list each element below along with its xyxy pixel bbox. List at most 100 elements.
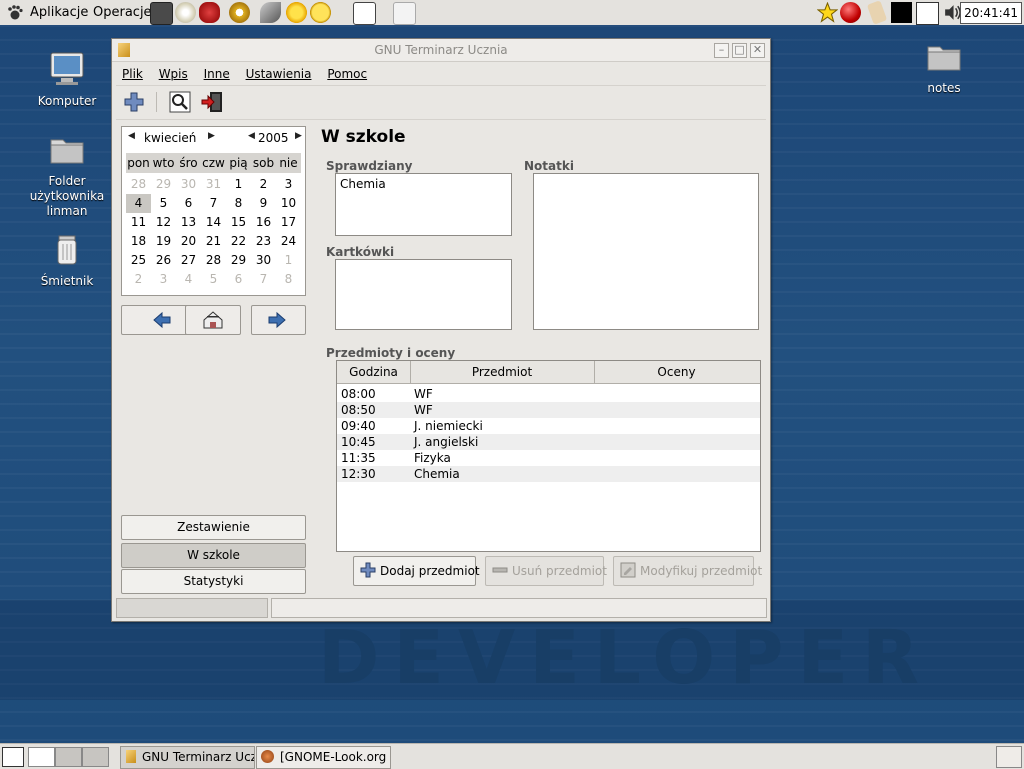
- cd-launcher-icon[interactable]: [175, 2, 196, 23]
- network-tray-icon[interactable]: [916, 2, 939, 25]
- desktop-icon-home-folder[interactable]: Folder użytkownika linman: [27, 130, 107, 219]
- black-tray-icon[interactable]: [891, 2, 912, 23]
- next-day-button[interactable]: [251, 305, 306, 335]
- calendar-day[interactable]: 6: [226, 270, 251, 289]
- calendar-day[interactable]: 4: [126, 194, 151, 213]
- table-row[interactable]: 08:50 WF: [337, 402, 760, 418]
- subjects-table[interactable]: Godzina Przedmiot Oceny 08:00 WF 08:50 WF 09…: [336, 360, 761, 552]
- calendar-day[interactable]: 9: [251, 194, 276, 213]
- tests-textbox[interactable]: Chemia: [335, 173, 512, 236]
- prev-month-arrow-icon[interactable]: ◀: [128, 131, 135, 141]
- table-row[interactable]: 09:40 J. niemiecki: [337, 418, 760, 434]
- desktop-icon-notes[interactable]: notes: [904, 37, 984, 96]
- next-year-arrow-icon[interactable]: ▶: [295, 131, 302, 141]
- calendar-day[interactable]: 3: [151, 270, 176, 289]
- calendar-day[interactable]: 31: [201, 175, 226, 194]
- add-entry-button[interactable]: [122, 90, 146, 114]
- calendar-day[interactable]: 28: [201, 251, 226, 270]
- table-row[interactable]: 08:00 WF: [337, 386, 760, 402]
- desktop-icon-trash[interactable]: Śmietnik: [27, 230, 107, 289]
- modify-subject-button[interactable]: Modyfikuj przedmiot: [613, 556, 762, 586]
- calendar-day[interactable]: 4: [176, 270, 201, 289]
- calendar-day[interactable]: 2: [251, 175, 276, 194]
- column-header-time[interactable]: Godzina: [337, 361, 411, 383]
- show-desktop-button[interactable]: [2, 747, 24, 767]
- calendar-day[interactable]: 22: [226, 232, 251, 251]
- calendar-day[interactable]: 1: [226, 175, 251, 194]
- calendar-day[interactable]: 24: [276, 232, 301, 251]
- minimize-button[interactable]: –: [714, 43, 729, 58]
- calendar-day[interactable]: 11: [126, 213, 151, 232]
- maximize-button[interactable]: □: [732, 43, 747, 58]
- calendar-day[interactable]: 7: [201, 194, 226, 213]
- help-launcher-icon[interactable]: [229, 2, 250, 23]
- eraser-tray-icon[interactable]: [866, 0, 888, 25]
- calendar-day[interactable]: 28: [126, 175, 151, 194]
- red-tray-icon[interactable]: [840, 2, 861, 23]
- calendar-day[interactable]: 25: [126, 251, 151, 270]
- search-button[interactable]: [168, 90, 192, 114]
- desktop-icon-computer[interactable]: Komputer: [27, 50, 107, 109]
- calendar-day[interactable]: 27: [176, 251, 201, 270]
- calendar-day[interactable]: 5: [151, 194, 176, 213]
- task-browser[interactable]: [GNOME-Look.org -: [256, 746, 391, 769]
- calendar-day[interactable]: 30: [251, 251, 276, 270]
- window-titlebar[interactable]: GNU Terminarz Ucznia – □ ✕: [112, 39, 770, 62]
- notepad-launcher-icon[interactable]: [393, 2, 416, 25]
- calendar-day[interactable]: 6: [176, 194, 201, 213]
- calendar[interactable]: ◀ kwiecień ▶ ◀ 2005 ▶ pon wto śro czw pi…: [121, 126, 306, 296]
- calendar-day[interactable]: 8: [226, 194, 251, 213]
- table-row[interactable]: 11:35 Fizyka: [337, 450, 760, 466]
- table-row[interactable]: 10:45 J. angielski: [337, 434, 760, 450]
- remove-subject-button[interactable]: Usuń przedmiot: [485, 556, 607, 586]
- menu-pomoc[interactable]: Pomoc: [327, 63, 367, 85]
- menu-plik[interactable]: Plik: [122, 63, 143, 85]
- sun-launcher-icon[interactable]: [286, 2, 307, 23]
- column-header-grades[interactable]: Oceny: [594, 361, 759, 383]
- operations-menu[interactable]: Operacje: [93, 0, 152, 25]
- workspace-3[interactable]: [82, 747, 109, 767]
- next-month-arrow-icon[interactable]: ▶: [208, 131, 215, 141]
- star-tray-icon[interactable]: [816, 1, 839, 23]
- table-row[interactable]: 12:30 Chemia: [337, 466, 760, 482]
- calendar-day[interactable]: 29: [226, 251, 251, 270]
- calendar-day[interactable]: 14: [201, 213, 226, 232]
- calendar-day[interactable]: 16: [251, 213, 276, 232]
- menu-inne[interactable]: Inne: [204, 63, 230, 85]
- calendar-day[interactable]: 3: [276, 175, 301, 194]
- mozilla-launcher-icon[interactable]: [199, 2, 220, 23]
- evolution-launcher-icon[interactable]: [260, 2, 281, 23]
- calendar-day[interactable]: 23: [251, 232, 276, 251]
- calendar-day[interactable]: 1: [276, 251, 301, 270]
- calendar-day[interactable]: 10: [276, 194, 301, 213]
- workspace-2[interactable]: [55, 747, 82, 767]
- calendar-day[interactable]: 7: [251, 270, 276, 289]
- quit-button[interactable]: [200, 90, 224, 114]
- add-subject-button[interactable]: Dodaj przedmiot: [353, 556, 480, 586]
- calendar-day[interactable]: 15: [226, 213, 251, 232]
- calendar-day[interactable]: 21: [201, 232, 226, 251]
- at-school-button[interactable]: W szkole: [121, 543, 306, 568]
- calendar-day[interactable]: 2: [126, 270, 151, 289]
- calendar-day[interactable]: 17: [276, 213, 301, 232]
- calendar-day[interactable]: 18: [126, 232, 151, 251]
- calendar-day[interactable]: 19: [151, 232, 176, 251]
- workspace-1[interactable]: [28, 747, 55, 767]
- clock[interactable]: 20:41:41: [960, 2, 1022, 24]
- gaim-launcher-icon[interactable]: [310, 2, 331, 23]
- terminal-launcher-icon[interactable]: [150, 2, 173, 25]
- close-button[interactable]: ✕: [750, 43, 765, 58]
- calendar-day[interactable]: 5: [201, 270, 226, 289]
- calendar-day[interactable]: 12: [151, 213, 176, 232]
- menu-ustawienia[interactable]: Ustawienia: [246, 63, 312, 85]
- calendar-day[interactable]: 20: [176, 232, 201, 251]
- quizzes-textbox[interactable]: [335, 259, 512, 330]
- calendar-day[interactable]: 8: [276, 270, 301, 289]
- notes-applet-icon[interactable]: [996, 746, 1022, 768]
- today-button[interactable]: [185, 305, 241, 335]
- screenshot-launcher-icon[interactable]: [353, 2, 376, 25]
- statistics-button[interactable]: Statystyki: [121, 569, 306, 594]
- column-header-subject[interactable]: Przedmiot: [410, 361, 595, 383]
- prev-year-arrow-icon[interactable]: ◀: [248, 131, 255, 141]
- calendar-day[interactable]: 26: [151, 251, 176, 270]
